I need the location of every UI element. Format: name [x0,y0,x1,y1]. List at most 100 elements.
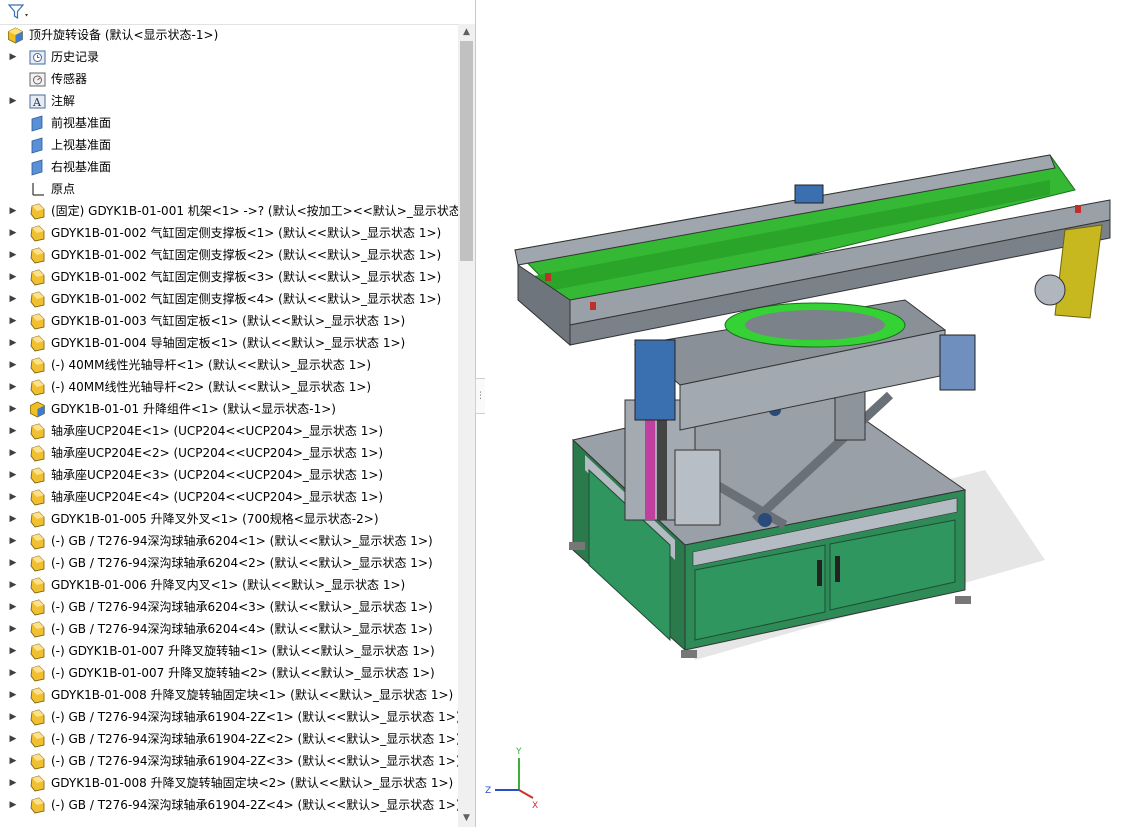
tree-item[interactable]: ▶ GDYK1B-01-003 气缸固定板<1> (默认<<默认>_显示状态 1>… [0,310,458,332]
expand-arrow-icon[interactable]: ▶ [9,574,17,596]
filter-icon[interactable] [7,3,31,21]
expand-arrow-icon[interactable]: ▶ [9,728,17,750]
expand-arrow-icon[interactable]: ▶ [9,706,17,728]
tree-item[interactable]: ▶ GDYK1B-01-005 升降叉外叉<1> (700规格<显示状态-2>) [0,508,458,530]
tree-item[interactable]: ▶ GDYK1B-01-002 气缸固定侧支撑板<4> (默认<<默认>_显示状态… [0,288,458,310]
vertical-scrollbar[interactable]: ▲ ▼ [458,24,475,827]
expand-arrow-icon[interactable]: ▶ [9,376,17,398]
tree-item[interactable]: ▶ GDYK1B-01-01 升降组件<1> (默认<显示状态-1>) [0,398,458,420]
tree-item[interactable]: 右视基准面 [0,156,458,178]
expand-arrow-icon[interactable]: ▶ [9,552,17,574]
expand-arrow-icon[interactable]: ▶ [9,244,17,266]
part-icon [30,313,45,330]
tree-item[interactable]: ▶ (-) GB / T276-94深沟球轴承61904-2Z<1> (默认<<默… [0,706,461,728]
tree-item[interactable]: ▶ 轴承座UCP204E<1> (UCP204<<UCP204>_显示状态 1>) [0,420,458,442]
tree-item-label: 传感器 [51,72,88,86]
expand-arrow-icon[interactable]: ▶ [9,772,17,794]
svg-text:A: A [32,96,42,109]
expand-arrow-icon[interactable]: ▶ [9,420,17,442]
tree-item-label: GDYK1B-01-002 气缸固定侧支撑板<4> (默认<<默认>_显示状态 … [51,292,442,306]
part-icon [30,555,45,572]
part-icon [30,731,45,748]
feature-tree: 顶升旋转设备 (默认<显示状态-1>) ▶ 历史记录 传感器 ▶ A 注解 前视基准面 上视基… [0,24,472,816]
expand-arrow-icon[interactable]: ▶ [9,90,17,112]
tree-item-label: GDYK1B-01-008 升降叉旋转轴固定块<1> (默认<<默认>_显示状态… [51,688,454,702]
expand-arrow-icon[interactable]: ▶ [9,266,17,288]
feature-manager-panel: 顶升旋转设备 (默认<显示状态-1>) ▶ 历史记录 传感器 ▶ A 注解 前视基准面 上视基… [0,0,476,827]
tree-item[interactable]: 上视基准面 [0,134,458,156]
history-icon [29,50,46,65]
tree-item[interactable]: ▶ (-) GB / T276-94深沟球轴承6204<4> (默认<<默认>_显… [0,618,458,640]
expand-arrow-icon[interactable]: ▶ [9,684,17,706]
tree-item[interactable]: ▶ GDYK1B-01-006 升降叉内叉<1> (默认<<默认>_显示状态 1>… [0,574,458,596]
tree-item-label: GDYK1B-01-006 升降叉内叉<1> (默认<<默认>_显示状态 1>) [51,578,406,592]
part-icon [30,335,45,352]
part-icon [30,225,45,242]
tree-item-label: 原点 [51,182,76,196]
expand-arrow-icon[interactable]: ▶ [9,288,17,310]
expand-arrow-icon[interactable]: ▶ [9,640,17,662]
scroll-thumb[interactable] [460,41,473,261]
scroll-up-arrow-icon[interactable]: ▲ [458,24,475,41]
tree-item-label: GDYK1B-01-002 气缸固定侧支撑板<2> (默认<<默认>_显示状态 … [51,248,442,262]
tree-item[interactable]: ▶ (-) GB / T276-94深沟球轴承61904-2Z<3> (默认<<默… [0,750,461,772]
tree-item[interactable]: ▶ GDYK1B-01-008 升降叉旋转轴固定块<1> (默认<<默认>_显示状… [0,684,458,706]
expand-arrow-icon[interactable]: ▶ [9,200,17,222]
tree-item[interactable]: ▶ GDYK1B-01-002 气缸固定侧支撑板<2> (默认<<默认>_显示状态… [0,244,458,266]
tree-root-label: 顶升旋转设备 (默认<显示状态-1>) [29,28,219,42]
expand-arrow-icon[interactable]: ▶ [9,398,17,420]
tree-item[interactable]: ▶ (-) GDYK1B-01-007 升降叉旋转轴<1> (默认<<默认>_显示… [0,640,458,662]
tree-item[interactable]: ▶ GDYK1B-01-002 气缸固定侧支撑板<1> (默认<<默认>_显示状态… [0,222,458,244]
expand-arrow-icon[interactable]: ▶ [9,222,17,244]
tree-item[interactable]: ▶ A 注解 [0,90,458,112]
tree-item[interactable]: ▶ (-) GB / T276-94深沟球轴承6204<3> (默认<<默认>_显… [0,596,458,618]
tree-item[interactable]: ▶ (-) 40MM线性光轴导杆<1> (默认<<默认>_显示状态 1>) [0,354,458,376]
tree-item[interactable]: 前视基准面 [0,112,458,134]
tree-item[interactable]: ▶ (固定) GDYK1B-01-001 机架<1> ->? (默认<按加工><<… [0,200,472,222]
expand-arrow-icon[interactable]: ▶ [9,442,17,464]
expand-arrow-icon[interactable]: ▶ [9,486,17,508]
tree-item[interactable]: ▶ 历史记录 [0,46,458,68]
expand-arrow-icon[interactable]: ▶ [9,310,17,332]
expand-arrow-icon[interactable]: ▶ [9,46,17,68]
tree-item[interactable]: ▶ (-) GB / T276-94深沟球轴承61904-2Z<2> (默认<<默… [0,728,461,750]
tree-item-label: GDYK1B-01-003 气缸固定板<1> (默认<<默认>_显示状态 1>) [51,314,406,328]
part-icon [30,467,45,484]
scroll-down-arrow-icon[interactable]: ▼ [458,810,475,827]
expand-arrow-icon[interactable]: ▶ [9,464,17,486]
tree-item-label: (-) GB / T276-94深沟球轴承61904-2Z<2> (默认<<默认… [51,732,461,746]
tree-item[interactable]: ▶ (-) GB / T276-94深沟球轴承6204<1> (默认<<默认>_显… [0,530,458,552]
expand-arrow-icon[interactable]: ▶ [9,332,17,354]
tree-root[interactable]: 顶升旋转设备 (默认<显示状态-1>) [0,24,458,46]
expand-arrow-icon[interactable]: ▶ [9,618,17,640]
tree-item[interactable]: ▶ 轴承座UCP204E<2> (UCP204<<UCP204>_显示状态 1>) [0,442,458,464]
part-icon [30,621,45,638]
tree-item-label: (-) GB / T276-94深沟球轴承61904-2Z<3> (默认<<默认… [51,754,461,768]
tree-item[interactable]: ▶ (-) GB / T276-94深沟球轴承6204<2> (默认<<默认>_显… [0,552,458,574]
sensor-icon [29,72,46,87]
tree-item[interactable]: ▶ GDYK1B-01-004 导轴固定板<1> (默认<<默认>_显示状态 1>… [0,332,458,354]
tree-item-label: (-) GB / T276-94深沟球轴承6204<3> (默认<<默认>_显示… [51,600,433,614]
part-icon [30,247,45,264]
expand-arrow-icon[interactable]: ▶ [9,662,17,684]
graphics-viewport[interactable]: Y Z X [485,0,1132,827]
triad-x-axis [518,789,534,799]
tree-item[interactable]: ▶ GDYK1B-01-008 升降叉旋转轴固定块<2> (默认<<默认>_显示状… [0,772,458,794]
tree-item[interactable]: ▶ GDYK1B-01-002 气缸固定侧支撑板<3> (默认<<默认>_显示状态… [0,266,458,288]
plane-icon [31,137,43,154]
expand-arrow-icon[interactable]: ▶ [9,596,17,618]
tree-item-label: (固定) GDYK1B-01-001 机架<1> ->? (默认<按加工><<默… [51,204,473,218]
tree-item[interactable]: ▶ (-) GDYK1B-01-007 升降叉旋转轴<2> (默认<<默认>_显示… [0,662,458,684]
expand-arrow-icon[interactable]: ▶ [9,750,17,772]
tree-item[interactable]: ▶ (-) GB / T276-94深沟球轴承61904-2Z<4> (默认<<默… [0,794,461,816]
tree-item[interactable]: ▶ 轴承座UCP204E<4> (UCP204<<UCP204>_显示状态 1>) [0,486,458,508]
expand-arrow-icon[interactable]: ▶ [9,508,17,530]
tree-item[interactable]: ▶ (-) 40MM线性光轴导杆<2> (默认<<默认>_显示状态 1>) [0,376,458,398]
expand-arrow-icon[interactable]: ▶ [9,794,17,816]
expand-arrow-icon[interactable]: ▶ [9,530,17,552]
tree-item[interactable]: ▶ 轴承座UCP204E<3> (UCP204<<UCP204>_显示状态 1>) [0,464,458,486]
tree-item[interactable]: 传感器 [0,68,458,90]
view-orientation-triad: Y Z X [485,747,538,811]
expand-arrow-icon[interactable]: ▶ [9,354,17,376]
tree-item[interactable]: 原点 [0,178,458,200]
